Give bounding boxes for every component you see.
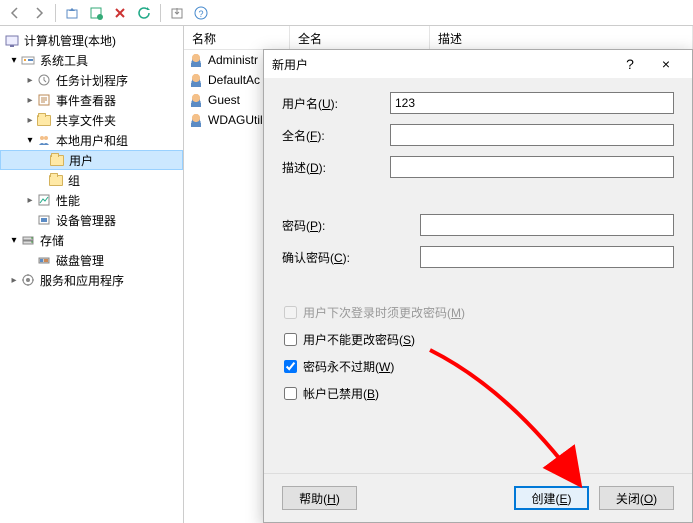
help-button[interactable]: 帮助(H) — [282, 486, 357, 510]
password-label: 密码(P): — [282, 217, 390, 234]
user-icon — [188, 52, 204, 68]
tree-event-viewer[interactable]: ▸ 事件查看器 — [0, 90, 183, 110]
new-window-button[interactable] — [85, 2, 107, 24]
tree-local-users-groups[interactable]: ▾ 本地用户和组 — [0, 130, 183, 150]
tree-label: 服务和应用程序 — [40, 272, 124, 289]
tree-label: 组 — [68, 172, 80, 189]
confirm-password-label: 确认密码(C): — [282, 249, 390, 266]
fullname-label: 全名(F): — [282, 127, 390, 144]
tree-label: 共享文件夹 — [56, 112, 116, 129]
fullname-input[interactable] — [390, 124, 674, 146]
tree-users[interactable]: 用户 — [0, 150, 183, 170]
back-button[interactable] — [4, 2, 26, 24]
help-button[interactable]: ? — [190, 2, 212, 24]
tree-label: 本地用户和组 — [56, 132, 128, 149]
list-item-name: DefaultAc — [208, 73, 260, 87]
col-name[interactable]: 名称 — [184, 26, 290, 49]
forward-button[interactable] — [28, 2, 50, 24]
create-button[interactable]: 创建(E) — [514, 486, 589, 510]
list-item-name: WDAGUtil — [208, 113, 263, 127]
dialog-close-button[interactable]: × — [648, 52, 684, 76]
separator — [55, 4, 56, 22]
tree-label: 任务计划程序 — [56, 72, 128, 89]
password-never-expires-label: 密码永不过期(W) — [303, 358, 394, 375]
tree-groups[interactable]: 组 — [0, 170, 183, 190]
svg-text:?: ? — [198, 9, 203, 19]
user-icon — [188, 92, 204, 108]
cannot-change-password-row[interactable]: 用户不能更改密码(S) — [282, 331, 674, 348]
chevron-right-icon: ▸ — [24, 195, 36, 206]
list-item-name: Guest — [208, 93, 240, 107]
chevron-right-icon: ▸ — [24, 75, 36, 86]
must-change-password-label: 用户下次登录时须更改密码(M) — [303, 304, 465, 321]
close-button[interactable]: 关闭(O) — [599, 486, 674, 510]
tree-label: 存储 — [40, 232, 64, 249]
list-header: 名称 全名 描述 — [184, 26, 693, 50]
export-button[interactable] — [166, 2, 188, 24]
nav-tree: 计算机管理(本地) ▾ 系统工具 ▸ 任务计划程序 ▸ 事件查看器 ▸ 共享文件… — [0, 26, 184, 523]
must-change-password-checkbox — [284, 306, 297, 319]
tree-shared-folders[interactable]: ▸ 共享文件夹 — [0, 110, 183, 130]
must-change-password-row: 用户下次登录时须更改密码(M) — [282, 304, 674, 321]
toolbar: ? — [0, 0, 693, 26]
tree-label: 设备管理器 — [56, 212, 116, 229]
tree-label: 系统工具 — [40, 52, 88, 69]
chevron-down-icon: ▾ — [8, 55, 20, 66]
user-icon — [188, 72, 204, 88]
tree-device-manager[interactable]: 设备管理器 — [0, 210, 183, 230]
up-button[interactable] — [61, 2, 83, 24]
tree-label: 用户 — [69, 152, 93, 169]
tree-label: 性能 — [56, 192, 80, 209]
password-never-expires-checkbox[interactable] — [284, 360, 297, 373]
dialog-button-bar: 帮助(H) 创建(E) 关闭(O) — [264, 473, 692, 510]
chevron-down-icon: ▾ — [8, 235, 20, 246]
username-input[interactable] — [390, 92, 674, 114]
tree-storage[interactable]: ▾ 存储 — [0, 230, 183, 250]
refresh-button[interactable] — [133, 2, 155, 24]
chevron-right-icon: ▸ — [8, 275, 20, 286]
account-disabled-label: 帐户已禁用(B) — [303, 385, 379, 402]
tree-label: 磁盘管理 — [56, 252, 104, 269]
password-input[interactable] — [420, 214, 674, 236]
cannot-change-password-checkbox[interactable] — [284, 333, 297, 346]
cannot-change-password-label: 用户不能更改密码(S) — [303, 331, 415, 348]
chevron-down-icon: ▾ — [24, 135, 36, 146]
confirm-password-input[interactable] — [420, 246, 674, 268]
account-disabled-checkbox[interactable] — [284, 387, 297, 400]
username-label: 用户名(U): — [282, 95, 390, 112]
col-desc[interactable]: 描述 — [430, 26, 693, 49]
user-icon — [188, 112, 204, 128]
tree-root[interactable]: 计算机管理(本地) — [0, 30, 183, 50]
tree-label: 事件查看器 — [56, 92, 116, 109]
tree-system-tools[interactable]: ▾ 系统工具 — [0, 50, 183, 70]
account-disabled-row[interactable]: 帐户已禁用(B) — [282, 385, 674, 402]
new-user-dialog: 新用户 ? × 用户名(U): 全名(F): 描述(D): 密码(P): 确认密… — [263, 49, 693, 523]
delete-button[interactable] — [109, 2, 131, 24]
password-never-expires-row[interactable]: 密码永不过期(W) — [282, 358, 674, 375]
tree-services-apps[interactable]: ▸ 服务和应用程序 — [0, 270, 183, 290]
dialog-help-button[interactable]: ? — [612, 52, 648, 76]
separator — [160, 4, 161, 22]
chevron-right-icon: ▸ — [24, 95, 36, 106]
chevron-right-icon: ▸ — [24, 115, 36, 126]
dialog-titlebar: 新用户 ? × — [264, 50, 692, 78]
tree-task-scheduler[interactable]: ▸ 任务计划程序 — [0, 70, 183, 90]
tree-performance[interactable]: ▸ 性能 — [0, 190, 183, 210]
list-item-name: Administr — [208, 53, 258, 67]
tree-root-label: 计算机管理(本地) — [24, 32, 116, 49]
description-input[interactable] — [390, 156, 674, 178]
dialog-body: 用户名(U): 全名(F): 描述(D): 密码(P): 确认密码(C): 用户… — [264, 78, 692, 426]
dialog-title: 新用户 — [272, 56, 612, 73]
col-fullname[interactable]: 全名 — [290, 26, 430, 49]
tree-disk-management[interactable]: 磁盘管理 — [0, 250, 183, 270]
description-label: 描述(D): — [282, 159, 390, 176]
